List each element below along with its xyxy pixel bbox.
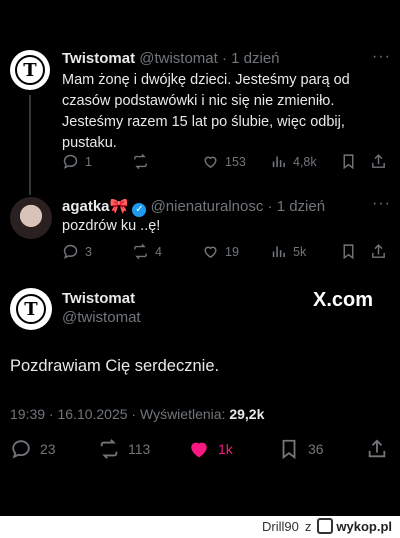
analytics-icon bbox=[272, 156, 285, 168]
retweet-button[interactable]: 4 bbox=[132, 243, 162, 260]
reply-button[interactable]: 1 bbox=[62, 153, 92, 170]
like-count: 153 bbox=[225, 154, 246, 169]
timestamp[interactable]: · 1 dzień bbox=[222, 50, 280, 67]
views-button[interactable]: 5k bbox=[270, 243, 306, 260]
wykop-logo: wykop.pl bbox=[317, 518, 392, 534]
views-count: 4,8k bbox=[293, 154, 317, 169]
avatar-twistomat[interactable]: T bbox=[10, 50, 50, 90]
tweet2-actions: 3 4 19 5k bbox=[62, 243, 392, 263]
bookmark-button[interactable]: 36 bbox=[278, 438, 324, 460]
share-icon bbox=[368, 439, 386, 458]
reply-count: 23 bbox=[40, 441, 56, 457]
retweet-button[interactable]: 113 bbox=[98, 438, 150, 460]
timestamp[interactable]: · 1 dzień bbox=[268, 198, 326, 215]
like-button[interactable]: 1k bbox=[188, 438, 233, 460]
thread-line bbox=[29, 95, 31, 195]
bow-emoji: 🎀 bbox=[109, 198, 129, 215]
retweet-icon bbox=[100, 439, 118, 459]
reply-button[interactable]: 23 bbox=[10, 438, 56, 460]
tweet2-header: agatka🎀 ✓ @nienaturalnosc · 1 dzień bbox=[62, 197, 387, 217]
analytics-icon bbox=[272, 246, 285, 258]
bookmark-button[interactable] bbox=[340, 153, 357, 170]
handle[interactable]: @twistomat bbox=[139, 50, 218, 67]
views-button[interactable]: 4,8k bbox=[270, 153, 317, 170]
x-com-logo: X.com bbox=[313, 289, 374, 311]
footer-letter: z bbox=[304, 518, 312, 534]
main-actions: 23 113 1k 36 bbox=[10, 438, 390, 462]
wykop-footer: Drill90 z wykop.pl bbox=[0, 516, 400, 538]
more-options-icon[interactable]: ··· bbox=[372, 48, 391, 66]
reply-icon bbox=[63, 154, 78, 169]
display-name[interactable]: agatka bbox=[62, 198, 110, 215]
share-icon bbox=[372, 244, 385, 258]
like-count: 19 bbox=[225, 244, 239, 259]
main-author: Twistomat @twistomat bbox=[62, 290, 141, 326]
share-icon bbox=[372, 154, 385, 168]
display-name[interactable]: Twistomat bbox=[62, 50, 135, 67]
tweet1-header: Twistomat @twistomat · 1 dzień bbox=[62, 50, 387, 67]
twistomat-logo-icon: T bbox=[15, 55, 45, 85]
main-views: 29,2k bbox=[229, 406, 265, 422]
like-button[interactable]: 153 bbox=[202, 153, 246, 170]
avatar-twistomat-main[interactable]: T bbox=[10, 288, 52, 330]
bookmark-icon bbox=[343, 244, 354, 260]
bookmark-icon bbox=[282, 439, 296, 460]
reply-count: 1 bbox=[85, 154, 92, 169]
like-count: 1k bbox=[218, 441, 233, 457]
verified-badge-icon: ✓ bbox=[132, 203, 147, 217]
handle[interactable]: @nienaturalnosc bbox=[151, 198, 264, 215]
heart-icon bbox=[204, 156, 217, 168]
retweet-icon bbox=[134, 153, 147, 170]
handle[interactable]: @twistomat bbox=[62, 309, 141, 326]
main-timestamp[interactable]: 19:39 · 16.10.2025 · Wyświetlenia: bbox=[10, 406, 225, 422]
bookmark-icon bbox=[343, 154, 354, 170]
display-name[interactable]: Twistomat bbox=[62, 290, 141, 307]
views-count: 5k bbox=[293, 244, 307, 259]
reply-icon bbox=[12, 440, 30, 459]
retweet-count: 113 bbox=[128, 441, 151, 457]
retweet-button[interactable] bbox=[132, 153, 149, 170]
twistomat-logo-icon: T bbox=[16, 294, 46, 324]
reply-count: 3 bbox=[85, 244, 92, 259]
reply-icon bbox=[63, 244, 78, 259]
bookmark-button[interactable] bbox=[340, 243, 357, 260]
heart-icon bbox=[204, 246, 217, 258]
main-meta: 19:39 · 16.10.2025 · Wyświetlenia: 29,2k bbox=[10, 406, 264, 422]
more-options-icon[interactable]: ··· bbox=[372, 195, 391, 213]
share-button[interactable] bbox=[370, 243, 387, 260]
avatar-agatka[interactable] bbox=[10, 197, 52, 239]
footer-user[interactable]: Drill90 bbox=[262, 519, 299, 534]
retweet-count: 4 bbox=[155, 244, 162, 259]
footer-site: wykop.pl bbox=[336, 518, 392, 534]
like-button[interactable]: 19 bbox=[202, 243, 239, 260]
main-tweet-text: Pozdrawiam Cię serdecznie. bbox=[10, 357, 220, 375]
heart-filled-icon bbox=[191, 442, 207, 458]
share-button[interactable] bbox=[370, 153, 387, 170]
tweet-text: pozdrów ku ..ę! bbox=[62, 218, 161, 234]
tweet1-actions: 1 153 4,8k bbox=[62, 153, 392, 173]
reply-button[interactable]: 3 bbox=[62, 243, 92, 260]
tweet-text: Mam żonę i dwójkę dzieci. Jesteśmy parą … bbox=[62, 72, 350, 151]
retweet-icon bbox=[134, 243, 147, 260]
bookmark-count: 36 bbox=[308, 441, 324, 457]
wykop-icon bbox=[317, 518, 334, 534]
share-button[interactable] bbox=[366, 438, 388, 460]
